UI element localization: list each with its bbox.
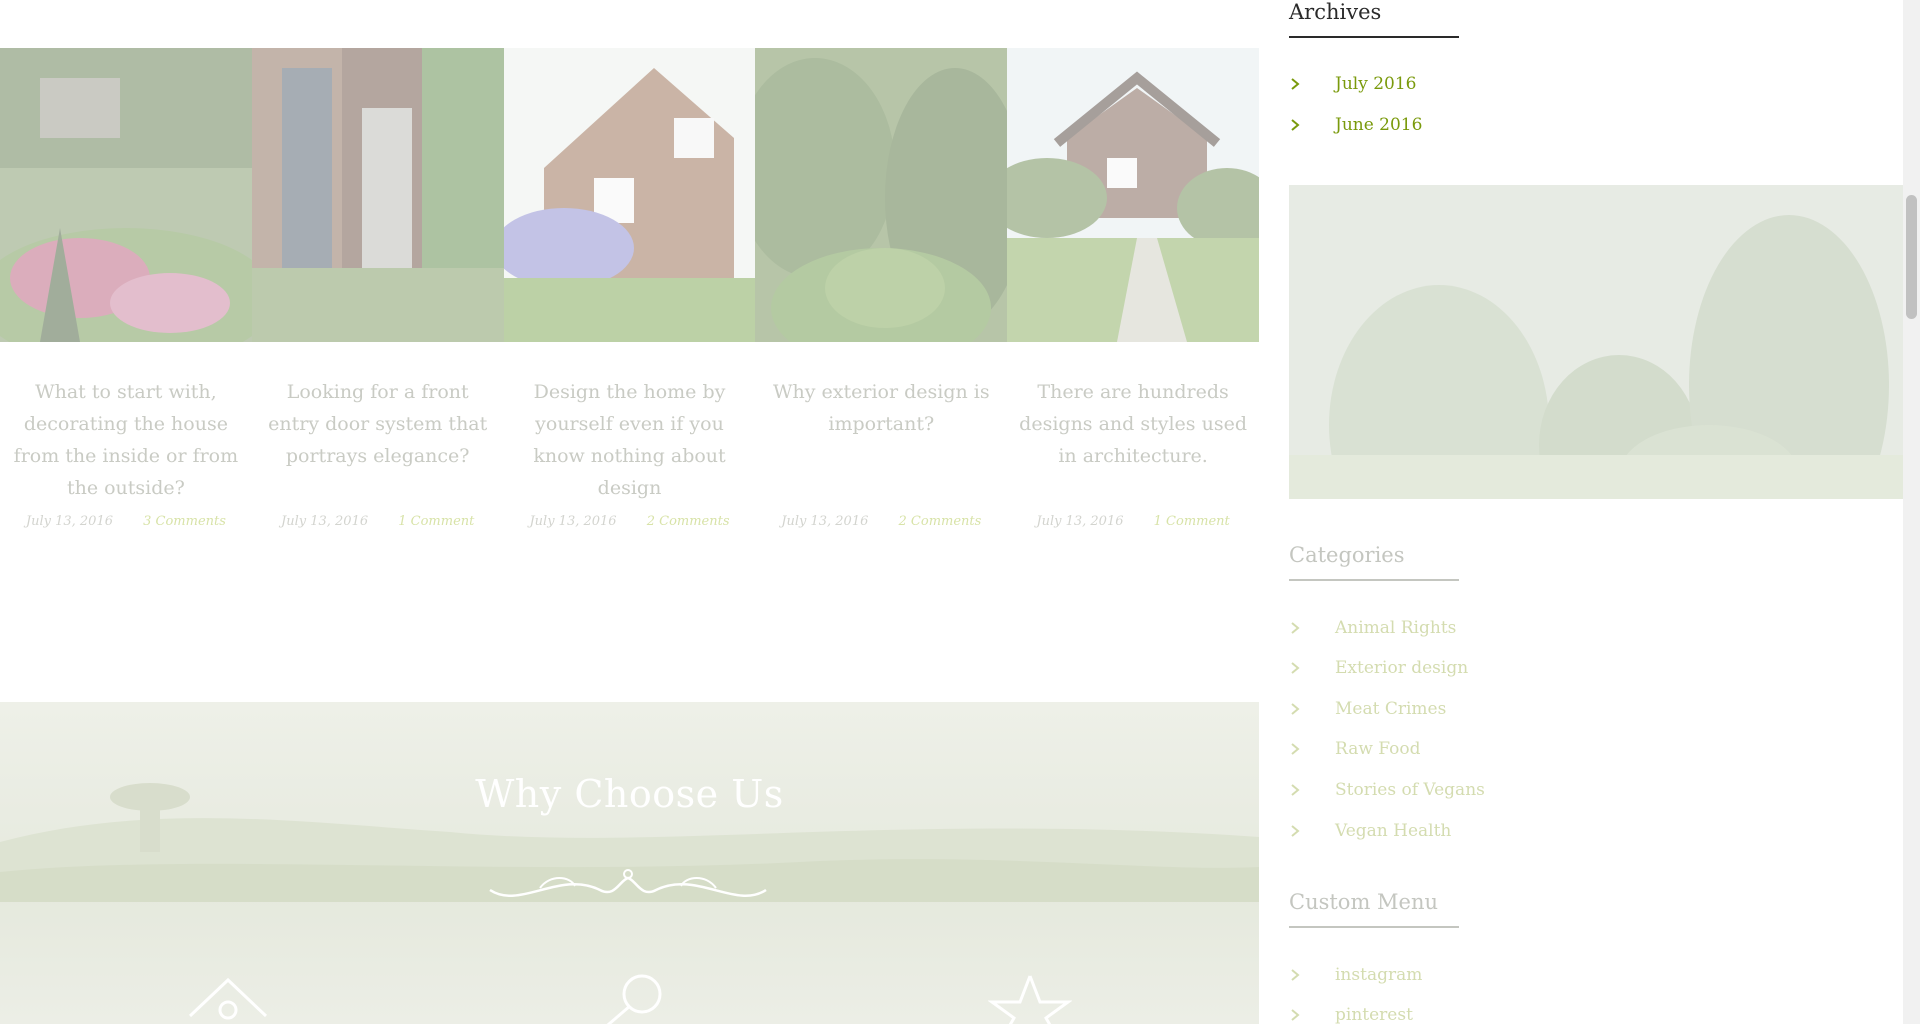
categories-title: Categories [1289,543,1459,581]
post-meta: July 13, 2016 2 Comments [755,514,1007,529]
post-date: July 13, 2016 [25,514,113,529]
house-icon [188,977,268,1020]
post-title[interactable]: Looking for a front entry door system th… [260,376,496,472]
category-link[interactable]: Animal Rights [1335,618,1456,638]
related-posts: What to start with, decorating the house… [0,48,1259,548]
post-comments-link[interactable]: 1 Comment [398,514,474,529]
ornament-divider [489,869,767,897]
post-meta: July 13, 2016 3 Comments [0,514,252,529]
chevron-right-icon [1291,743,1300,755]
chevron-right-icon [1291,969,1300,981]
post-comments-link[interactable]: 2 Comments [647,514,730,529]
post-thumbnail[interactable] [755,48,1008,342]
category-link[interactable]: Stories of Vegans [1335,780,1485,800]
page-scrollbar[interactable] [1903,0,1920,1024]
post-title[interactable]: Design the home by yourself even if you … [512,376,748,504]
post-meta: July 13, 2016 2 Comments [504,514,756,529]
why-choose-us-section: Why Choose Us [0,702,1259,1024]
post-card: Looking for a front entry door system th… [251,48,504,548]
post-title[interactable]: What to start with, decorating the house… [8,376,244,504]
chevron-right-icon [1291,784,1300,796]
menu-item[interactable]: instagram [1289,963,1422,987]
category-link[interactable]: Vegan Health [1335,821,1451,841]
menu-link[interactable]: pinterest [1335,1005,1413,1025]
post-card: There are hundreds designs and styles us… [1007,48,1259,548]
category-item[interactable]: Exterior design [1289,656,1468,680]
post-title[interactable]: Why exterior design is important? [763,376,999,440]
post-date: July 13, 2016 [1036,514,1124,529]
chevron-right-icon [1291,662,1300,674]
post-meta: July 13, 2016 1 Comment [252,514,504,529]
post-title[interactable]: There are hundreds designs and styles us… [1015,376,1251,472]
post-thumbnail[interactable] [503,48,756,342]
category-item[interactable]: Raw Food [1289,737,1421,761]
custom-menu-title: Custom Menu [1289,890,1459,928]
category-link[interactable]: Raw Food [1335,739,1421,759]
tool-icon [606,974,662,1024]
sidebar-image [1289,185,1903,499]
menu-item[interactable]: pinterest [1289,1003,1413,1027]
post-date: July 13, 2016 [781,514,869,529]
section-title: Why Choose Us [475,772,784,816]
main-content: What to start with, decorating the house… [0,0,1259,1024]
post-comments-link[interactable]: 1 Comment [1154,514,1230,529]
category-item[interactable]: Stories of Vegans [1289,778,1485,802]
post-thumbnail[interactable] [251,48,504,342]
category-item[interactable]: Vegan Health [1289,819,1451,843]
archive-link[interactable]: June 2016 [1335,115,1422,135]
archive-item[interactable]: June 2016 [1289,113,1422,137]
archive-item[interactable]: July 2016 [1289,72,1416,96]
post-meta: July 13, 2016 1 Comment [1007,514,1259,529]
post-comments-link[interactable]: 2 Comments [899,514,982,529]
archives-title: Archives [1289,0,1459,38]
chevron-right-icon [1291,622,1300,634]
category-link[interactable]: Meat Crimes [1335,699,1446,719]
post-thumbnail[interactable] [1007,48,1259,342]
scrollbar-thumb[interactable] [1906,195,1917,319]
post-card: What to start with, decorating the house… [0,48,252,548]
post-date: July 13, 2016 [529,514,617,529]
category-item[interactable]: Animal Rights [1289,616,1456,640]
post-card: Why exterior design is important? July 1… [755,48,1008,548]
post-date: July 13, 2016 [281,514,369,529]
sidebar: Archives July 2016 June 2016 Categories … [1289,0,1903,1027]
chevron-right-icon [1291,1009,1300,1021]
chevron-right-icon [1291,825,1300,837]
archive-link[interactable]: July 2016 [1335,74,1416,94]
category-link[interactable]: Exterior design [1335,658,1468,678]
chevron-right-icon [1291,78,1300,90]
category-item[interactable]: Meat Crimes [1289,697,1446,721]
post-thumbnail[interactable] [0,48,252,342]
star-icon [988,975,1072,1024]
chevron-right-icon [1291,703,1300,715]
post-comments-link[interactable]: 3 Comments [143,514,226,529]
post-card: Design the home by yourself even if you … [503,48,756,548]
menu-link[interactable]: instagram [1335,965,1422,985]
chevron-right-icon [1291,119,1300,131]
